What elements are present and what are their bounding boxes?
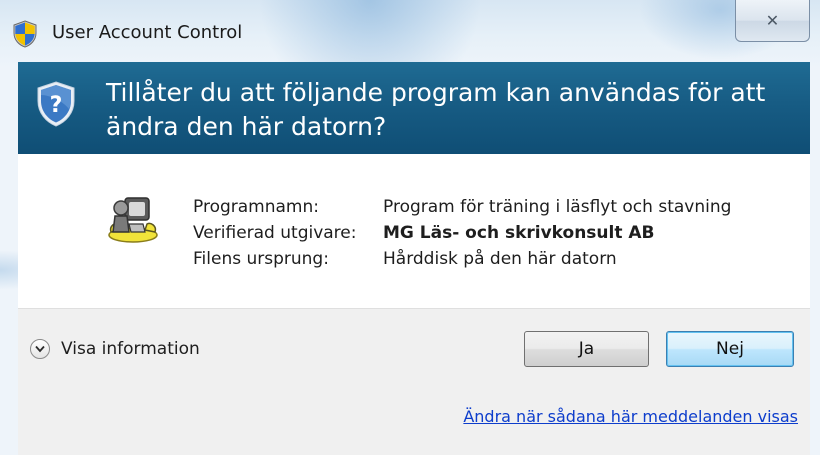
no-button[interactable]: Nej [666,331,794,367]
program-name-label: Programnamn: [193,197,319,217]
file-origin-value: Hårddisk på den här datorn [383,249,617,269]
button-strip: Visa information Ja Nej [18,308,810,390]
svg-text:?: ? [50,93,63,118]
publisher-row: Verifierad utgivare: MG Läs- och skrivko… [193,220,731,246]
close-button[interactable]: ✕ [735,0,810,42]
publisher-label: Verifierad utgivare: [193,223,357,243]
title-bar: User Account Control ✕ [0,0,820,62]
change-notification-settings-link[interactable]: Ändra när sådana här meddelanden visas [463,407,798,426]
question-text: Tillåter du att följande program kan anv… [106,78,766,141]
yes-button[interactable]: Ja [524,331,649,367]
question-banner: ? Tillåter du att följande program kan a… [18,62,810,154]
file-origin-label: Filens ursprung: [193,249,329,269]
program-name-row: Programnamn: Program för träning i läsfl… [193,194,731,220]
program-name-value: Program för träning i läsflyt och stavni… [383,197,732,217]
footer: Ändra när sådana här meddelanden visas [18,390,810,455]
chevron-down-icon[interactable] [30,339,50,359]
publisher-value: MG Läs- och skrivkonsult AB [383,223,655,243]
question-shield-icon: ? [36,81,76,127]
show-details-label[interactable]: Visa information [61,339,200,359]
uac-shield-icon [12,20,38,48]
program-icon [105,194,161,244]
window-title: User Account Control [52,22,243,43]
program-info-panel: Programnamn: Program för träning i läsfl… [18,154,810,308]
file-origin-row: Filens ursprung: Hårddisk på den här dat… [193,246,731,272]
close-icon: ✕ [765,11,780,30]
program-details-table: Programnamn: Program för träning i läsfl… [193,194,731,272]
show-details-toggle[interactable]: Visa information [30,339,200,359]
